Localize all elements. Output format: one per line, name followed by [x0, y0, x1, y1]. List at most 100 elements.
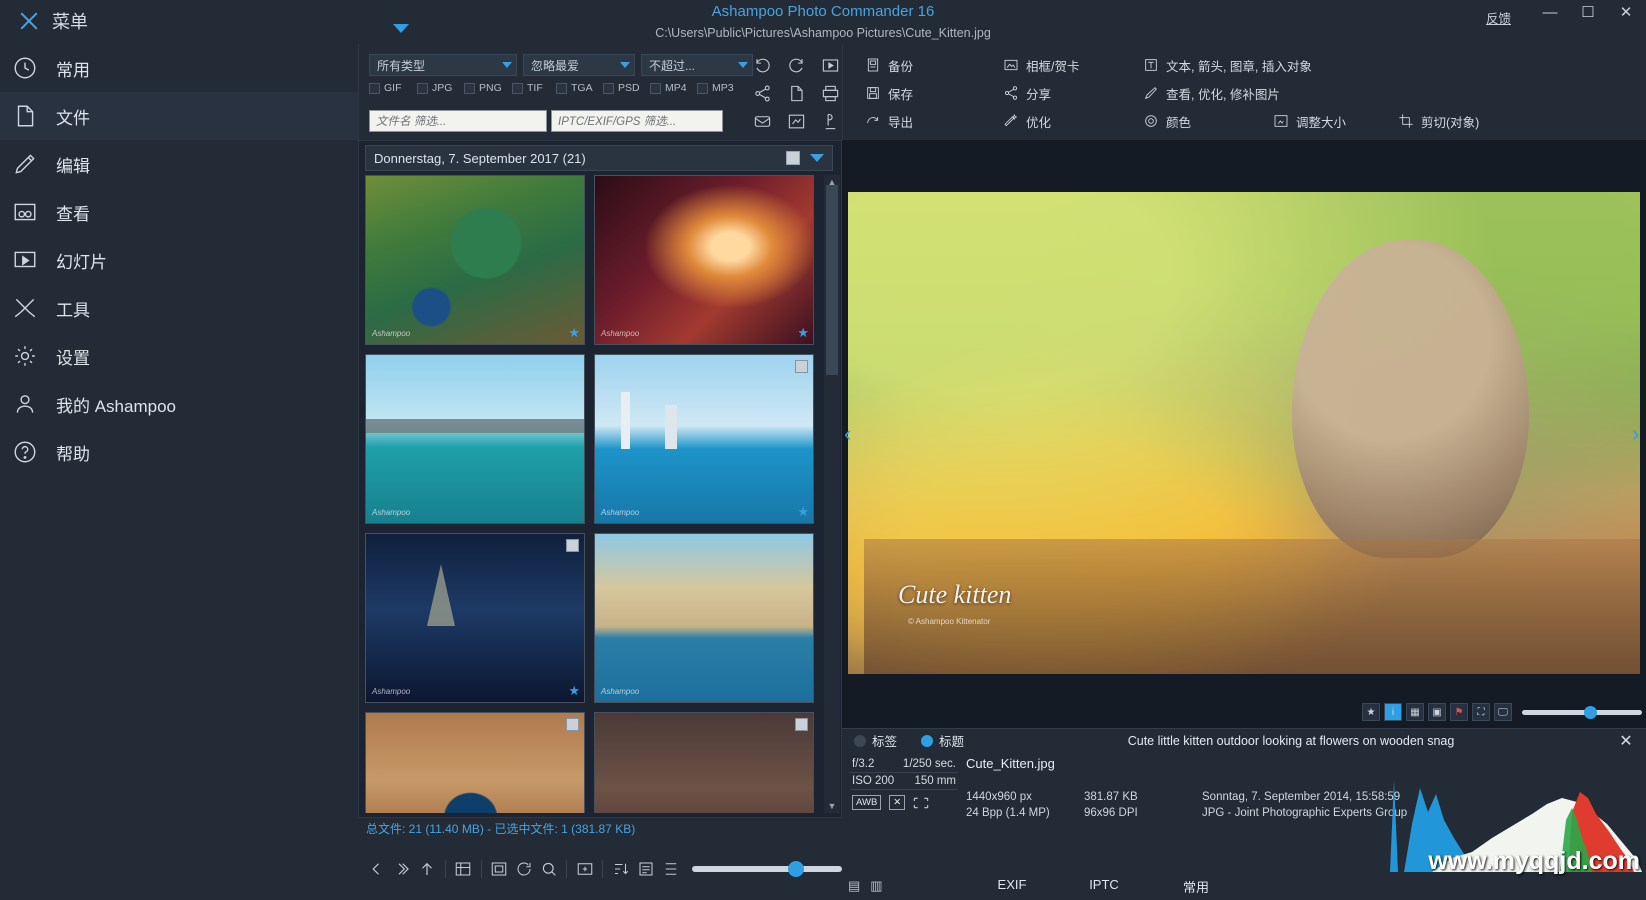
prev-icon[interactable]: [366, 856, 389, 882]
sidebar-item-help[interactable]: 帮助: [0, 428, 358, 476]
slideshow-play-icon[interactable]: [817, 52, 843, 78]
next-meta-icon[interactable]: ▥: [870, 878, 882, 894]
favorite-select[interactable]: 忽略最爱: [523, 54, 635, 76]
close-button[interactable]: ✕: [1616, 3, 1636, 21]
new-file-icon[interactable]: [783, 80, 809, 106]
zoom-slider-knob[interactable]: [788, 861, 804, 877]
thumbnail-scrollbar[interactable]: ▲ ▼: [824, 175, 840, 813]
thumbnail-checkbox[interactable]: [566, 718, 579, 731]
sidebar-item-edit[interactable]: 编辑: [0, 140, 358, 188]
share-icon[interactable]: [749, 80, 775, 106]
favorite-star-icon[interactable]: ★: [568, 683, 580, 699]
pdf-icon[interactable]: [817, 108, 843, 134]
detail-view-icon[interactable]: [488, 856, 511, 882]
toolbar-share-button[interactable]: 分享: [1003, 82, 1051, 104]
grid-view-icon[interactable]: [452, 856, 475, 882]
tab-tags[interactable]: 标签: [842, 731, 909, 750]
compare-icon[interactable]: ▣: [1428, 703, 1446, 721]
format-checkbox-gif[interactable]: GIF: [369, 82, 402, 94]
rotate-right-icon[interactable]: [783, 52, 809, 78]
options-icon[interactable]: [659, 856, 682, 882]
preview-zoom-knob[interactable]: [1584, 706, 1597, 719]
new-folder-icon[interactable]: [573, 856, 596, 882]
sidebar-item-slideshow[interactable]: 幻灯片: [0, 236, 358, 284]
prev-meta-icon[interactable]: ▤: [848, 878, 860, 894]
file-type-select[interactable]: 所有类型: [369, 54, 517, 76]
grid-icon[interactable]: ▦: [1406, 703, 1424, 721]
favorite-star-icon[interactable]: ★: [797, 325, 809, 341]
favorite-star-icon[interactable]: ★: [797, 504, 809, 520]
tab-iptc[interactable]: IPTC: [1058, 877, 1150, 896]
star-icon[interactable]: ★: [1362, 703, 1380, 721]
next-image-arrow[interactable]: ›: [1632, 416, 1644, 452]
email-icon[interactable]: [749, 108, 775, 134]
minimize-button[interactable]: —: [1540, 4, 1560, 21]
fullscreen-icon[interactable]: ⛶: [1472, 703, 1490, 721]
exif-filter-input[interactable]: IPTC/EXIF/GPS 筛选...: [551, 110, 723, 132]
chevron-down-icon[interactable]: [810, 154, 824, 162]
thumbnail-item[interactable]: Ashampoo: [365, 354, 585, 524]
thumbnail-item[interactable]: Ashampoo: [365, 712, 585, 813]
toolbar-text-object-button[interactable]: 文本, 箭头, 图章, 插入对象: [1143, 54, 1312, 76]
sidebar-item-my-ashampoo[interactable]: 我的 Ashampoo: [0, 380, 358, 428]
rotate-left-icon[interactable]: [749, 52, 775, 78]
toolbar-resize-button[interactable]: 调整大小: [1273, 110, 1346, 132]
group-header[interactable]: Donnerstag, 7. September 2017 (21): [365, 145, 833, 171]
thumbnail-zoom-slider[interactable]: [692, 866, 842, 872]
thumbnail-item[interactable]: Ashampoo ★: [594, 175, 814, 345]
thumbnail-checkbox[interactable]: [795, 718, 808, 731]
toolbar-frame-button[interactable]: 相框/贺卡: [1003, 54, 1079, 76]
info-icon[interactable]: i: [1384, 703, 1402, 721]
next-icon[interactable]: [391, 856, 414, 882]
format-checkbox-jpg[interactable]: JPG: [417, 82, 452, 94]
format-checkbox-mp3[interactable]: MP3: [697, 82, 734, 94]
up-icon[interactable]: [416, 856, 439, 882]
toolbar-crop-button[interactable]: 剪切(对象): [1398, 110, 1479, 132]
toolbar-save-button[interactable]: 保存: [865, 82, 913, 104]
sidebar-item-files[interactable]: 文件: [0, 92, 358, 140]
edit-icon[interactable]: [783, 108, 809, 134]
print-icon[interactable]: [817, 80, 843, 106]
thumbnail-item[interactable]: Ashampoo ★: [365, 175, 585, 345]
close-icon[interactable]: ✕: [1606, 731, 1646, 751]
maximize-button[interactable]: ☐: [1578, 3, 1598, 21]
toolbar-retouch-button[interactable]: 查看, 优化, 修补图片: [1143, 82, 1280, 104]
favorite-star-icon[interactable]: ★: [568, 325, 580, 341]
thumbnail-checkbox[interactable]: [566, 539, 579, 552]
search-icon[interactable]: [537, 856, 560, 882]
format-checkbox-tif[interactable]: TIF: [512, 82, 543, 94]
list-icon[interactable]: [634, 856, 657, 882]
format-checkbox-tga[interactable]: TGA: [556, 82, 593, 94]
thumbnail-item[interactable]: Ashampoo ★: [594, 354, 814, 524]
thumbnail-item[interactable]: Ashampoo: [594, 533, 814, 703]
scrollbar-thumb[interactable]: [826, 185, 838, 375]
sidebar-item-tools[interactable]: 工具: [0, 284, 358, 332]
format-checkbox-mp4[interactable]: MP4: [650, 82, 687, 94]
thumbnail-item[interactable]: Ashampoo ★: [365, 533, 585, 703]
format-checkbox-psd[interactable]: PSD: [603, 82, 640, 94]
image-title-text[interactable]: Cute little kitten outdoor looking at fl…: [976, 734, 1606, 748]
filename-filter-input[interactable]: 文件名 筛选...: [369, 110, 547, 132]
toolbar-export-button[interactable]: 导出: [865, 110, 913, 132]
toolbar-optimize-button[interactable]: 优化: [1003, 110, 1051, 132]
tab-exif[interactable]: EXIF: [966, 877, 1058, 896]
thumbnail-checkbox[interactable]: [795, 360, 808, 373]
sort-icon[interactable]: [609, 856, 632, 882]
sidebar-item-settings[interactable]: 设置: [0, 332, 358, 380]
toolbar-color-button[interactable]: 颜色: [1143, 110, 1191, 132]
thumbnail-item[interactable]: Ashampoo: [594, 712, 814, 813]
tab-title[interactable]: 标题: [909, 731, 976, 750]
feedback-link[interactable]: 反馈: [1486, 8, 1511, 27]
preview-zoom-slider[interactable]: [1522, 710, 1642, 715]
flag-icon[interactable]: ⚑: [1450, 703, 1468, 721]
size-select[interactable]: 不超过...: [641, 54, 753, 76]
scroll-down-icon[interactable]: ▼: [824, 799, 840, 813]
toolbar-backup-button[interactable]: 备份: [865, 54, 913, 76]
sidebar-item-common[interactable]: 常用: [0, 44, 358, 92]
sidebar-item-view[interactable]: 查看: [0, 188, 358, 236]
tab-common[interactable]: 常用: [1150, 877, 1242, 896]
monitor-icon[interactable]: 🖵: [1494, 703, 1512, 721]
refresh-icon[interactable]: [513, 856, 536, 882]
format-checkbox-png[interactable]: PNG: [464, 82, 502, 94]
group-select-checkbox[interactable]: [786, 151, 800, 165]
